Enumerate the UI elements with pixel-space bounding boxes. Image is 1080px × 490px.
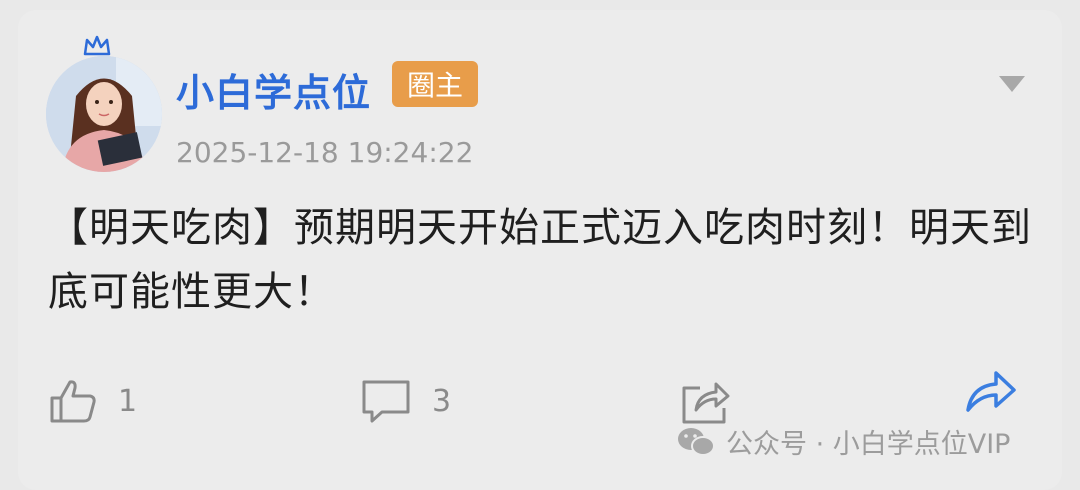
forward-icon — [966, 371, 1016, 412]
author-name[interactable]: 小白学点位 — [176, 62, 371, 117]
crown-icon — [83, 35, 111, 56]
watermark: 公众号 · 小白学点位VIP — [676, 422, 1010, 461]
share-button[interactable] — [680, 378, 730, 426]
forward-button[interactable] — [964, 368, 1018, 416]
thumbs-up-icon — [50, 380, 96, 423]
wechat-icon — [678, 427, 715, 456]
dropdown-triangle-icon[interactable] — [996, 72, 1028, 96]
watermark-text: 公众号 · 小白学点位VIP — [726, 429, 1011, 460]
post-timestamp: 2025-12-18 19:24:22 — [176, 136, 474, 169]
avatar-container[interactable] — [46, 34, 162, 174]
comment-icon — [362, 380, 410, 423]
comment-button[interactable]: 3 — [360, 378, 451, 424]
avatar[interactable] — [46, 56, 162, 172]
share-icon — [682, 382, 730, 424]
post-content: 【明天吃肉】预期明天开始正式迈入吃肉时刻！明天到底可能性更大！ — [48, 205, 1032, 315]
comment-count: 3 — [432, 383, 452, 419]
owner-badge: 圈主 — [392, 61, 478, 107]
like-count: 1 — [118, 383, 138, 419]
like-button[interactable]: 1 — [48, 378, 137, 424]
